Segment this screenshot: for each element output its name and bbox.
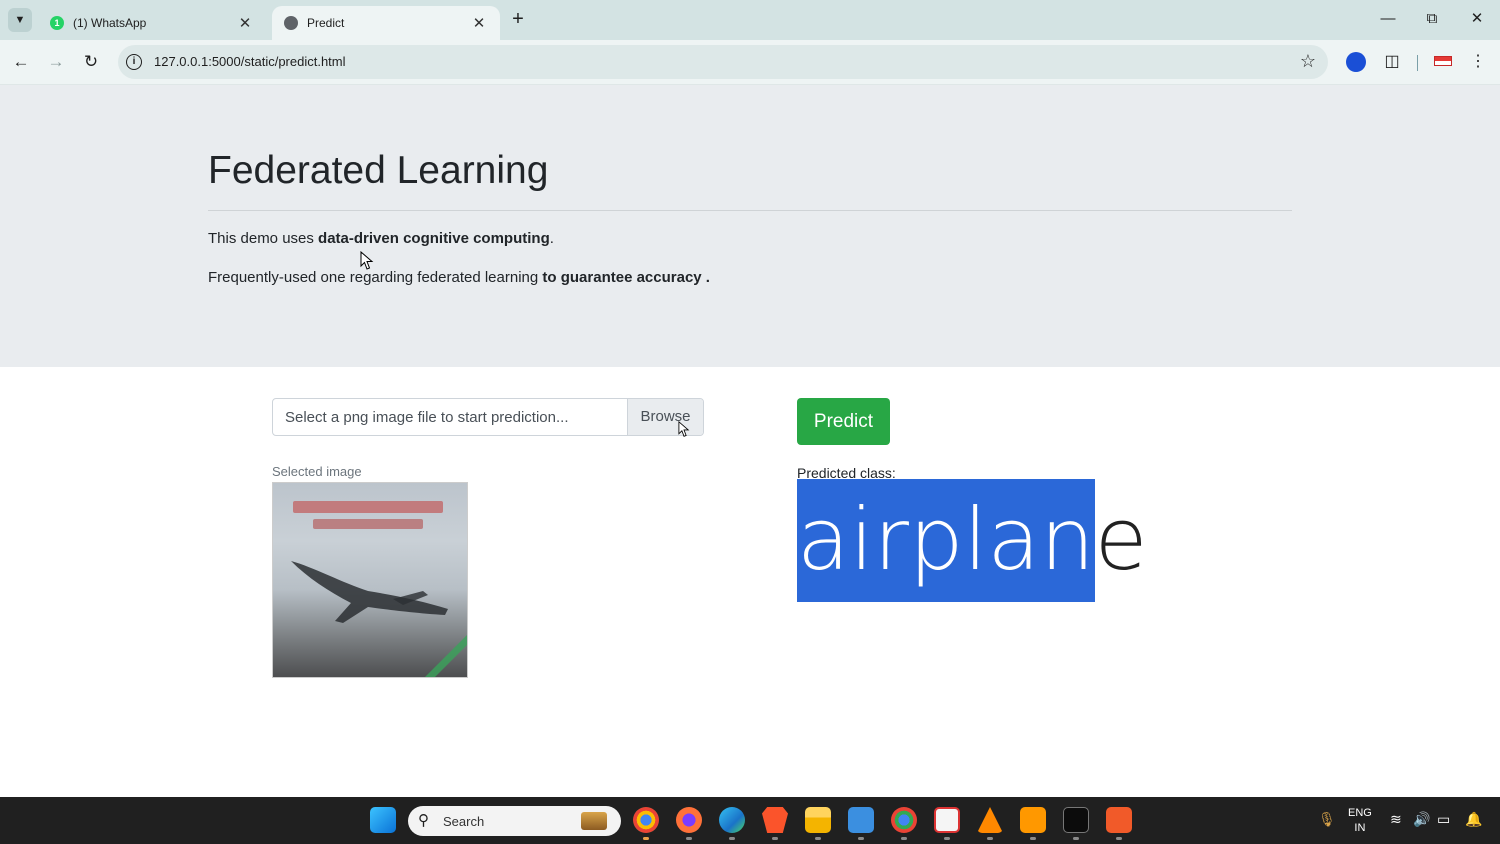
tab-predict[interactable]: Predict ✕ [272,6,500,40]
reload-icon[interactable]: ↻ [79,50,103,74]
address-bar[interactable]: i 127.0.0.1:5000/static/predict.html ☆ [118,45,1328,79]
snipping-tool-icon[interactable] [934,807,960,833]
intro-line-1: This demo uses data-driven cognitive com… [208,230,554,247]
running-app-indicator [1073,837,1079,840]
new-tab-icon[interactable]: + [506,8,530,32]
running-app-indicator [944,837,950,840]
running-app-indicator [858,837,864,840]
taskbar-search-box[interactable]: ⚲ Search [408,806,621,836]
running-app-indicator [729,837,735,840]
intro-line-2-bold: to guarantee accuracy . [542,269,710,286]
running-app-indicator [1116,837,1122,840]
language-indicator[interactable]: ENG IN [1348,806,1372,836]
windows-start-icon[interactable] [370,807,396,833]
search-icon: ⚲ [418,812,429,829]
running-app-indicator [901,837,907,840]
forward-arrow-icon[interactable]: → [44,50,68,74]
volume-icon[interactable]: 🔊 [1413,811,1430,828]
intro-line-2-prefix: Frequently-used one regarding federated … [208,269,543,286]
intro-line-1-bold: data-driven cognitive computing [318,230,550,247]
terminal-icon[interactable] [1063,807,1089,833]
region-code: IN [1354,822,1366,834]
globe-icon [284,16,298,30]
search-highlight-icon [581,812,607,830]
airplane-photo [291,561,467,677]
url-text[interactable]: 127.0.0.1:5000/static/predict.html [154,54,346,69]
firefox-icon[interactable] [676,807,702,833]
chrome-profile-icon[interactable] [891,807,917,833]
mouse-pointer-icon [678,421,690,437]
tab-search-chevron-icon[interactable]: ▼ [8,8,32,32]
site-info-icon[interactable]: i [126,54,142,70]
more-menu-icon[interactable]: ⋮ [1468,52,1488,72]
chrome-icon[interactable] [633,807,659,833]
edge-icon[interactable] [719,807,745,833]
windows-taskbar: ⚲ Search 🎙 ENG IN ≋ 🔊 ▭ 🔔 [0,797,1500,844]
window-close-icon[interactable]: ✕ [1463,7,1491,31]
close-icon[interactable]: ✕ [470,14,488,32]
active-app-indicator [643,837,649,840]
intro-line-1-suffix: . [549,230,554,247]
predict-button[interactable]: Predict [797,398,890,445]
browse-button[interactable]: Browse [627,399,703,435]
close-icon[interactable]: ✕ [236,14,254,32]
predicted-class-value: airplane [797,479,1148,602]
meta-extension-icon[interactable] [1346,52,1366,72]
toolbar-divider [1417,55,1418,71]
restore-icon[interactable]: ⧉ [1418,7,1446,31]
running-app-indicator [987,837,993,840]
intro-line-2: Frequently-used one regarding federated … [208,269,710,286]
profile-flag-icon[interactable] [1434,56,1452,66]
notification-bell-icon[interactable]: 🔔 [1465,811,1482,828]
running-app-indicator [815,837,821,840]
notepad-icon[interactable] [848,807,874,833]
sublime-text-icon[interactable] [1020,807,1046,833]
sublime-merge-icon[interactable] [1106,807,1132,833]
wifi-icon[interactable]: ≋ [1390,811,1402,828]
jumbotron: Federated Learning This demo uses data-d… [0,85,1500,367]
predicted-class-rest-text: e [1094,490,1148,590]
brave-icon[interactable] [762,807,788,833]
bookmark-star-icon[interactable]: ☆ [1300,51,1316,72]
mouse-pointer-icon [360,251,374,270]
running-app-indicator [686,837,692,840]
predicted-class-selected-text: airplan [797,479,1095,602]
selected-image-preview [272,482,468,678]
battery-icon[interactable]: ▭ [1437,811,1450,828]
browser-tabstrip: ▼ 1 (1) WhatsApp ✕ Predict ✕ + — ⧉ ✕ [0,0,1500,40]
extensions-puzzle-icon[interactable]: ◫ [1382,52,1402,72]
running-app-indicator [1030,837,1036,840]
running-app-indicator [772,837,778,840]
intro-line-1-prefix: This demo uses [208,230,319,247]
tab-title: Predict [307,16,345,30]
selected-image-label: Selected image [272,464,362,479]
file-input-placeholder[interactable]: Select a png image file to start predict… [285,409,568,426]
browser-toolbar: ← → ↻ i 127.0.0.1:5000/static/predict.ht… [0,40,1500,85]
vlc-icon[interactable] [977,807,1003,833]
language-code: ENG [1348,807,1372,819]
page-title: Federated Learning [208,149,549,192]
minimize-icon[interactable]: — [1374,7,1402,31]
back-arrow-icon[interactable]: ← [9,50,33,74]
divider [208,210,1292,211]
tab-title: (1) WhatsApp [73,16,147,30]
microphone-icon[interactable]: 🎙 [1318,811,1336,828]
tab-whatsapp[interactable]: 1 (1) WhatsApp ✕ [38,6,266,40]
page-content: Federated Learning This demo uses data-d… [0,85,1500,797]
whatsapp-icon: 1 [50,16,64,30]
file-explorer-icon[interactable] [805,807,831,833]
taskbar-search-placeholder[interactable]: Search [443,814,484,829]
file-upload-input[interactable]: Select a png image file to start predict… [272,398,704,436]
